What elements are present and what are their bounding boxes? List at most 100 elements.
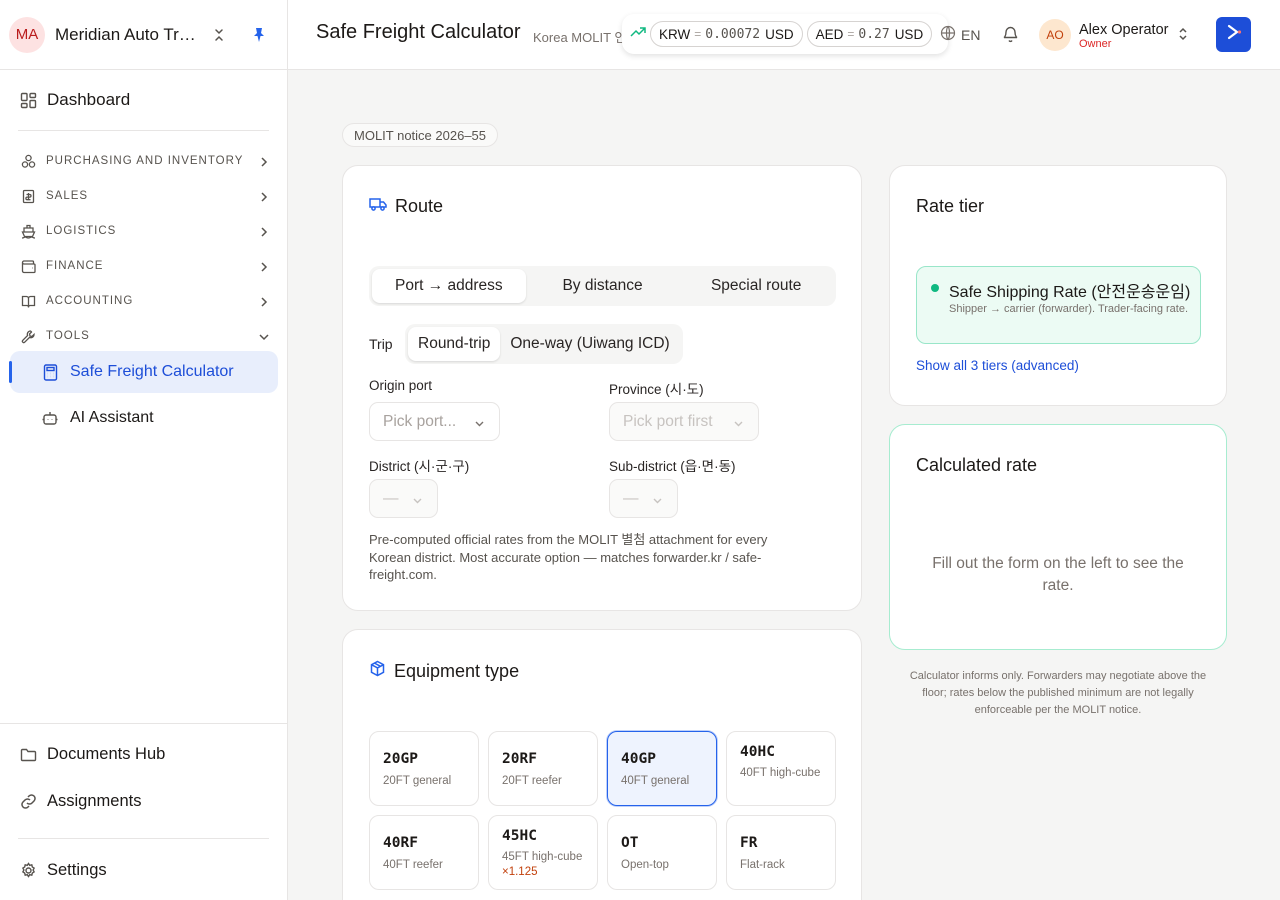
sidebar-item-documents-hub[interactable]: Documents Hub xyxy=(18,742,165,766)
trip-label: Trip xyxy=(369,336,393,352)
book-icon xyxy=(18,291,38,311)
equipment-tile-ot[interactable]: OT Open-top xyxy=(607,815,717,890)
route-card: Route Port → address By distance Special… xyxy=(342,165,862,611)
chevron-right-icon xyxy=(258,155,270,167)
dashboard-icon xyxy=(18,90,38,110)
tab-by-distance[interactable]: By distance xyxy=(526,269,680,303)
fx-chip-krw: KRW = 0.00072 USD xyxy=(650,21,803,47)
chevron-up-down-icon[interactable] xyxy=(1177,26,1189,47)
equipment-desc: 20FT general xyxy=(383,775,452,787)
sidebar-group-tools[interactable]: TOOLS xyxy=(18,326,270,346)
language-switcher[interactable]: EN xyxy=(940,25,980,44)
equipment-code: 45HC xyxy=(502,828,537,844)
trip-toggle: Round-trip One-way (Uiwang ICD) xyxy=(405,324,683,364)
equipment-desc-text: 45FT high-cube xyxy=(502,851,583,863)
sidebar-group-logistics[interactable]: LOGISTICS xyxy=(18,221,270,241)
status-dot xyxy=(931,284,939,292)
bot-icon xyxy=(40,408,60,428)
calculated-rate-card: Calculated rate Fill out the form on the… xyxy=(889,424,1227,650)
show-all-tiers-link[interactable]: Show all 3 tiers (advanced) xyxy=(916,358,1079,373)
language-label: EN xyxy=(961,26,981,43)
user-name: Alex Operator xyxy=(1079,22,1169,38)
equipment-desc: 40FT high-cube xyxy=(740,767,821,779)
equipment-code: 20GP xyxy=(383,751,418,767)
sidebar-item-assignments[interactable]: Assignments xyxy=(18,789,141,813)
user-avatar[interactable]: AO xyxy=(1039,19,1071,51)
select-placeholder: — xyxy=(623,489,639,507)
equipment-code: 40GP xyxy=(621,751,656,767)
collapse-sidebar-icon[interactable] xyxy=(209,25,229,45)
tab-port-to-address[interactable]: Port → address xyxy=(372,269,526,303)
equipment-tile-45hc[interactable]: 45HC 45FT high-cube ×1.125 xyxy=(488,815,598,890)
subdistrict-select[interactable]: — xyxy=(609,479,678,518)
chevron-down-icon xyxy=(652,493,663,511)
route-help-text: Pre-computed official rates from the MOL… xyxy=(369,532,768,582)
calculator-icon xyxy=(40,362,60,382)
sidebar-item-dashboard[interactable]: Dashboard xyxy=(18,88,130,112)
fx-ticker[interactable]: KRW = 0.00072 USD AED = 0.27 USD xyxy=(622,14,948,54)
equipment-desc: 45FT high-cube ×1.125 xyxy=(502,850,586,880)
province-label: Province (시·도) xyxy=(609,382,704,397)
link-icon xyxy=(18,791,38,811)
wallet-icon xyxy=(18,256,38,276)
rate-tier-desc: Shipper → carrier (forwarder). Trader-fa… xyxy=(949,303,1189,315)
tab-special-route[interactable]: Special route xyxy=(679,269,833,303)
sidebar-group-accounting[interactable]: ACCOUNTING xyxy=(18,291,270,311)
fx-code: KRW xyxy=(659,26,691,42)
sidebar-item-settings[interactable]: Settings xyxy=(18,858,107,882)
select-placeholder: Pick port first xyxy=(623,412,713,430)
chevron-down-icon xyxy=(733,416,744,434)
divider xyxy=(18,838,269,839)
chevron-down-icon xyxy=(474,416,485,434)
fx-chip-aed: AED = 0.27 USD xyxy=(806,21,933,47)
card-title-label: Equipment type xyxy=(394,660,520,681)
org-name: Meridian Auto Trading xyxy=(55,24,197,44)
org-switcher[interactable]: MA Meridian Auto Trading xyxy=(0,0,287,70)
trip-one-way[interactable]: One-way (Uiwang ICD) xyxy=(500,327,679,361)
sidebar-group-label: FINANCE xyxy=(46,260,104,272)
sidebar-group-label: LOGISTICS xyxy=(46,225,117,237)
chevron-right-icon xyxy=(258,190,270,202)
origin-port-select[interactable]: Pick port... xyxy=(369,402,500,441)
card-title: Rate tier xyxy=(916,196,985,216)
fx-rate: 0.00072 xyxy=(705,26,761,42)
boxes-icon xyxy=(18,151,38,171)
equipment-tile-20gp[interactable]: 20GP 20FT general xyxy=(369,731,479,806)
pin-icon[interactable] xyxy=(249,25,269,45)
equipment-code: 20RF xyxy=(502,751,537,767)
assistant-toggle-button[interactable] xyxy=(1216,17,1251,52)
package-icon xyxy=(369,660,386,682)
bell-icon[interactable] xyxy=(1002,25,1019,48)
province-select[interactable]: Pick port first xyxy=(609,402,759,441)
card-title: Route xyxy=(369,196,443,217)
sidebar-group-label: PURCHASING AND INVENTORY xyxy=(46,155,244,167)
empty-state-message: Fill out the form on the left to see the… xyxy=(932,555,1184,594)
equipment-tile-40gp[interactable]: 40GP 40FT general xyxy=(607,731,717,806)
org-avatar: MA xyxy=(9,16,45,53)
route-mode-tabs: Port → address By distance Special route xyxy=(369,266,836,306)
fx-currency: USD xyxy=(894,26,924,42)
equipment-tile-40rf[interactable]: 40RF 40FT reefer xyxy=(369,815,479,890)
sidebar-item-safe-freight-calculator[interactable]: Safe Freight Calculator xyxy=(9,351,278,393)
sidebar-group-label: TOOLS xyxy=(46,330,90,342)
rate-tier-option[interactable]: Safe Shipping Rate (안전운송운임) Shipper → ca… xyxy=(916,266,1201,344)
subdistrict-label: Sub-district (읍·면·동) xyxy=(609,459,736,474)
trend-up-icon xyxy=(630,25,646,43)
equipment-desc: 40FT general xyxy=(621,775,690,787)
equipment-code: 40HC xyxy=(740,744,775,760)
sidebar-group-finance[interactable]: FINANCE xyxy=(18,256,270,276)
disclaimer-text: Calculator informs only. Forwarders may … xyxy=(909,670,1207,716)
trip-round-trip[interactable]: Round-trip xyxy=(408,327,501,361)
sidebar-group-sales[interactable]: SALES xyxy=(18,186,270,206)
wrench-icon xyxy=(18,326,38,346)
sidebar-group-purchasing[interactable]: PURCHASING AND INVENTORY xyxy=(18,151,270,171)
equipment-tile-20rf[interactable]: 20RF 20FT reefer xyxy=(488,731,598,806)
district-select[interactable]: — xyxy=(369,479,438,518)
card-title: Equipment type xyxy=(369,660,519,682)
district-label: District (시·군·구) xyxy=(369,459,470,474)
card-title-label: Route xyxy=(395,196,444,216)
equipment-tile-40hc[interactable]: 40HC 40FT high-cube xyxy=(726,731,836,806)
gear-icon xyxy=(18,860,38,880)
sidebar-item-ai-assistant[interactable]: AI Assistant xyxy=(10,397,278,439)
equipment-tile-fr[interactable]: FR Flat-rack xyxy=(726,815,836,890)
